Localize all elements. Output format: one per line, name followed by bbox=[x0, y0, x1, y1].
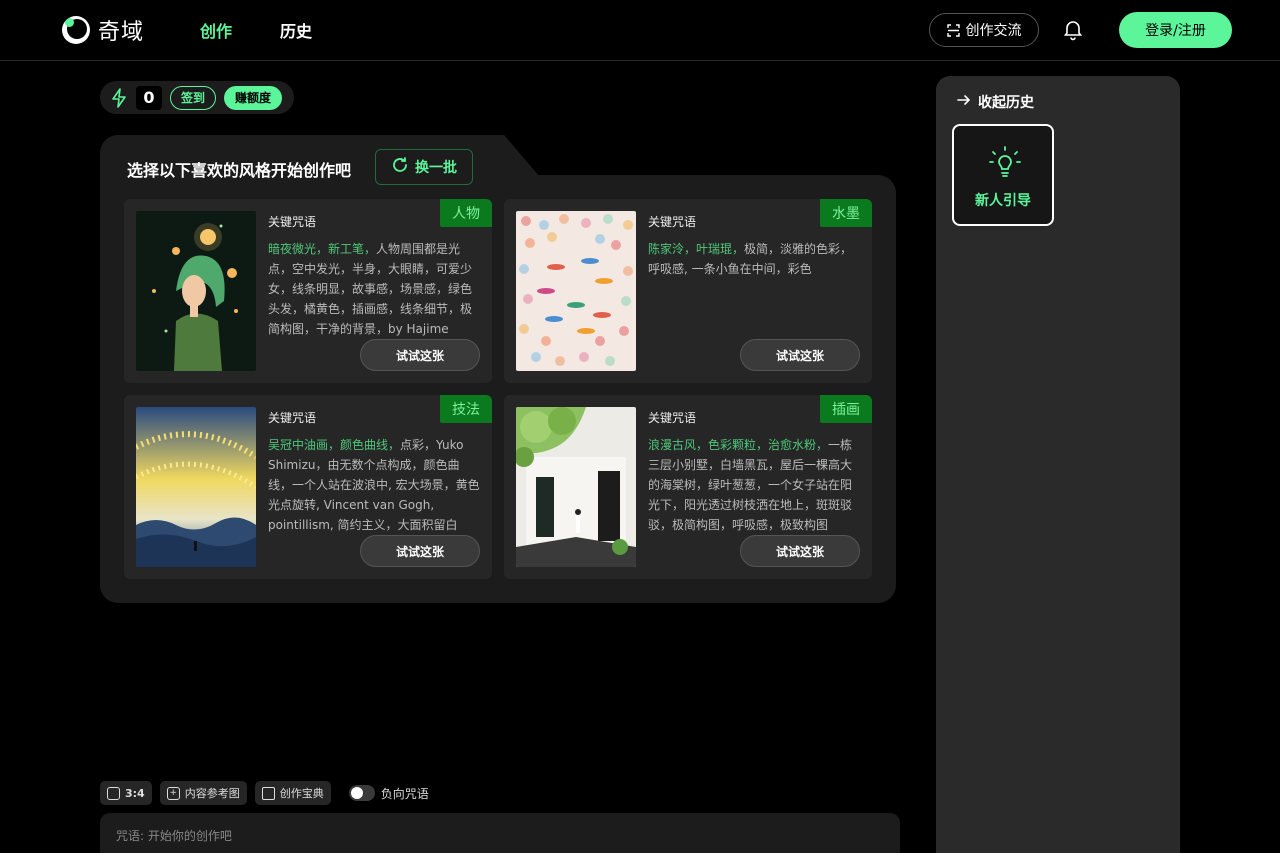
community-button[interactable]: 创作交流 bbox=[929, 13, 1039, 47]
prompt-toolbar: 3:4 + 内容参考图 创作宝典 负向咒语 bbox=[100, 781, 429, 805]
book-icon bbox=[261, 786, 275, 800]
checkin-button[interactable]: 签到 bbox=[170, 85, 217, 110]
card-prompt-highlight: 陈家泠，叶瑞琨， bbox=[648, 242, 745, 256]
negative-prompt-switch[interactable] bbox=[348, 785, 375, 801]
reference-image-button[interactable]: + 内容参考图 bbox=[159, 781, 247, 805]
main-nav: 创作 历史 bbox=[200, 18, 312, 42]
card-prompt-body: 点彩，Yuko Shimizu，由无数个点构成，颜色曲线，一个人站在波浪中, 宏… bbox=[268, 438, 480, 532]
panel-tab-curve bbox=[480, 135, 540, 177]
card-prompt-text: 暗夜微光，新工笔，人物周围都是光点，空中发光，半身，大眼睛，可爱少女，线条明显，… bbox=[268, 239, 480, 339]
card-category-tag: 插画 bbox=[820, 395, 872, 423]
community-label: 创作交流 bbox=[965, 23, 1022, 39]
style-card: 关键咒语 陈家泠，叶瑞琨，极简，淡雅的色彩，呼吸感, 一条小鱼在中间，彩色 水墨… bbox=[504, 199, 872, 383]
refresh-icon bbox=[391, 156, 409, 178]
nav-history[interactable]: 历史 bbox=[280, 18, 312, 42]
newbie-guide-card[interactable]: 新人引导 bbox=[952, 124, 1054, 226]
card-prompt-highlight: 吴冠中油画，颜色曲线， bbox=[268, 438, 401, 452]
card-keyword-label: 关键咒语 bbox=[268, 411, 317, 425]
card-prompt-body: 人物周围都是光点，空中发光，半身，大眼睛，可爱少女，线条明显，故事感，场景感，绿… bbox=[268, 242, 473, 336]
card-image bbox=[136, 407, 256, 567]
negative-prompt-toggle: 负向咒语 bbox=[348, 785, 429, 802]
scan-icon bbox=[946, 23, 960, 37]
collapse-history-button[interactable]: 收起历史 bbox=[956, 92, 1034, 112]
card-prompt-highlight: 暗夜微光，新工笔， bbox=[268, 242, 377, 256]
arrow-right-icon bbox=[956, 92, 972, 112]
card-category-tag: 技法 bbox=[440, 395, 492, 423]
newbie-guide-label: 新人引导 bbox=[975, 193, 1031, 209]
try-this-button[interactable]: 试试这张 bbox=[360, 535, 480, 567]
nav-create[interactable]: 创作 bbox=[200, 18, 232, 42]
lightning-icon bbox=[110, 87, 128, 108]
panel-title: 选择以下喜欢的风格开始创作吧 bbox=[127, 161, 352, 180]
card-prompt-text: 浪漫古风，色彩颗粒，治愈水粉，一栋三层小别墅，白墙黑瓦，屋后一棵高大的海棠树，绿… bbox=[648, 435, 860, 535]
add-icon: + bbox=[166, 786, 180, 800]
earn-credits-button[interactable]: 赚额度 bbox=[224, 85, 283, 110]
lightbulb-icon bbox=[985, 142, 1025, 182]
creation-guide-button[interactable]: 创作宝典 bbox=[254, 781, 331, 805]
ratio-icon bbox=[107, 786, 120, 800]
card-keyword-label: 关键咒语 bbox=[648, 411, 697, 425]
collapse-history-label: 收起历史 bbox=[978, 95, 1034, 111]
prompt-input[interactable] bbox=[116, 829, 876, 843]
logo-text: 奇域 bbox=[98, 20, 145, 45]
style-card: 关键咒语 吴冠中油画，颜色曲线，点彩，Yuko Shimizu，由无数个点构成，… bbox=[124, 395, 492, 579]
card-prompt-text: 吴冠中油画，颜色曲线，点彩，Yuko Shimizu，由无数个点构成，颜色曲线，… bbox=[268, 435, 480, 535]
bell-icon[interactable] bbox=[1061, 17, 1085, 41]
logo-icon bbox=[62, 16, 90, 44]
card-prompt-text: 陈家泠，叶瑞琨，极简，淡雅的色彩，呼吸感, 一条小鱼在中间，彩色 bbox=[648, 239, 860, 339]
style-card: 关键咒语 暗夜微光，新工笔，人物周围都是光点，空中发光，半身，大眼睛，可爱少女，… bbox=[124, 199, 492, 383]
top-header: 奇域 创作 历史 创作交流 登录/注册 bbox=[0, 0, 1280, 61]
card-image bbox=[516, 407, 636, 567]
try-this-button[interactable]: 试试这张 bbox=[740, 339, 860, 371]
try-this-button[interactable]: 试试这张 bbox=[360, 339, 480, 371]
style-panel: 关键咒语 暗夜微光，新工笔，人物周围都是光点，空中发光，半身，大眼睛，可爱少女，… bbox=[100, 175, 896, 603]
refresh-batch-button[interactable]: 换一批 bbox=[375, 149, 473, 185]
style-card: 关键咒语 浪漫古风，色彩颗粒，治愈水粉，一栋三层小别墅，白墙黑瓦，屋后一棵高大的… bbox=[504, 395, 872, 579]
card-image bbox=[516, 211, 636, 371]
card-image bbox=[136, 211, 256, 371]
reference-label: 内容参考图 bbox=[184, 787, 240, 800]
try-this-button[interactable]: 试试这张 bbox=[740, 535, 860, 567]
credits-bar: 0 签到 赚额度 bbox=[100, 81, 294, 114]
card-category-tag: 水墨 bbox=[820, 199, 872, 227]
negative-prompt-label: 负向咒语 bbox=[380, 786, 429, 801]
history-sidebar: 收起历史 新人引导 bbox=[936, 76, 1180, 853]
prompt-box bbox=[100, 813, 900, 853]
login-button[interactable]: 登录/注册 bbox=[1119, 12, 1232, 48]
refresh-label: 换一批 bbox=[415, 160, 457, 176]
creation-guide-label: 创作宝典 bbox=[279, 787, 324, 800]
card-prompt-highlight: 浪漫古风，色彩颗粒，治愈水粉， bbox=[648, 438, 829, 452]
credit-count: 0 bbox=[136, 85, 162, 110]
logo[interactable]: 奇域 bbox=[62, 14, 144, 46]
aspect-ratio-button[interactable]: 3:4 bbox=[100, 781, 152, 805]
card-keyword-label: 关键咒语 bbox=[268, 215, 317, 229]
card-category-tag: 人物 bbox=[440, 199, 492, 227]
card-prompt-body: 一栋三层小别墅，白墙黑瓦，屋后一棵高大的海棠树，绿叶葱葱，一个女子站在阳光下，阳… bbox=[648, 438, 853, 532]
ratio-label: 3:4 bbox=[125, 786, 145, 800]
card-keyword-label: 关键咒语 bbox=[648, 215, 697, 229]
